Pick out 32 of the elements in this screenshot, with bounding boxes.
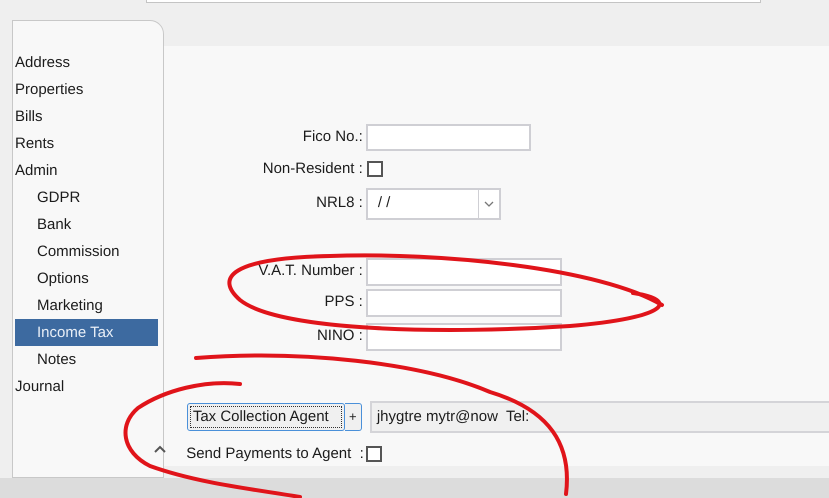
sidebar-item[interactable]: Bank xyxy=(15,211,158,238)
text-field[interactable] xyxy=(366,288,562,316)
field-label: V.A.T. Number : xyxy=(257,261,364,282)
field-label: Fico No.: xyxy=(302,127,364,148)
text-field[interactable] xyxy=(146,0,761,3)
caret-icon[interactable] xyxy=(154,445,166,453)
field-label: NINO : xyxy=(316,326,364,346)
sidebar-item[interactable]: Admin xyxy=(13,157,156,184)
field-label: Send Payments to Agent : xyxy=(185,444,365,464)
sidebar-item[interactable]: Journal xyxy=(13,373,156,400)
chevron-down-icon xyxy=(484,200,494,206)
sidebar-item[interactable]: Address xyxy=(13,49,156,76)
checkbox[interactable] xyxy=(366,446,382,462)
date-dropdown[interactable]: / / xyxy=(366,188,501,220)
sidebar-item[interactable]: GDPR xyxy=(15,184,158,211)
sidebar-item[interactable]: Income Tax xyxy=(15,319,158,346)
field-label: Non-Resident : xyxy=(262,159,364,179)
sidebar-item[interactable]: Notes xyxy=(15,346,158,373)
sidebar-item[interactable]: Bills xyxy=(13,103,156,130)
agent-field[interactable]: jhygtre mytr@now Tel: xyxy=(370,400,829,432)
add-button[interactable]: + xyxy=(344,402,362,430)
agent-button[interactable]: Tax Collection Agent xyxy=(186,402,345,430)
text-field[interactable] xyxy=(366,258,562,286)
text-field[interactable] xyxy=(366,124,531,151)
checkbox[interactable] xyxy=(366,161,383,178)
sidebar-item[interactable]: Options xyxy=(15,265,158,292)
field-label: PPS : xyxy=(323,292,364,312)
sidebar-item[interactable]: Marketing xyxy=(15,292,158,319)
sidebar-item[interactable]: Commission xyxy=(15,238,158,265)
sidebar-item[interactable]: Rents xyxy=(13,130,156,157)
sidebar-item[interactable]: Properties xyxy=(13,76,156,103)
field-label: NRL8 : xyxy=(315,193,364,214)
